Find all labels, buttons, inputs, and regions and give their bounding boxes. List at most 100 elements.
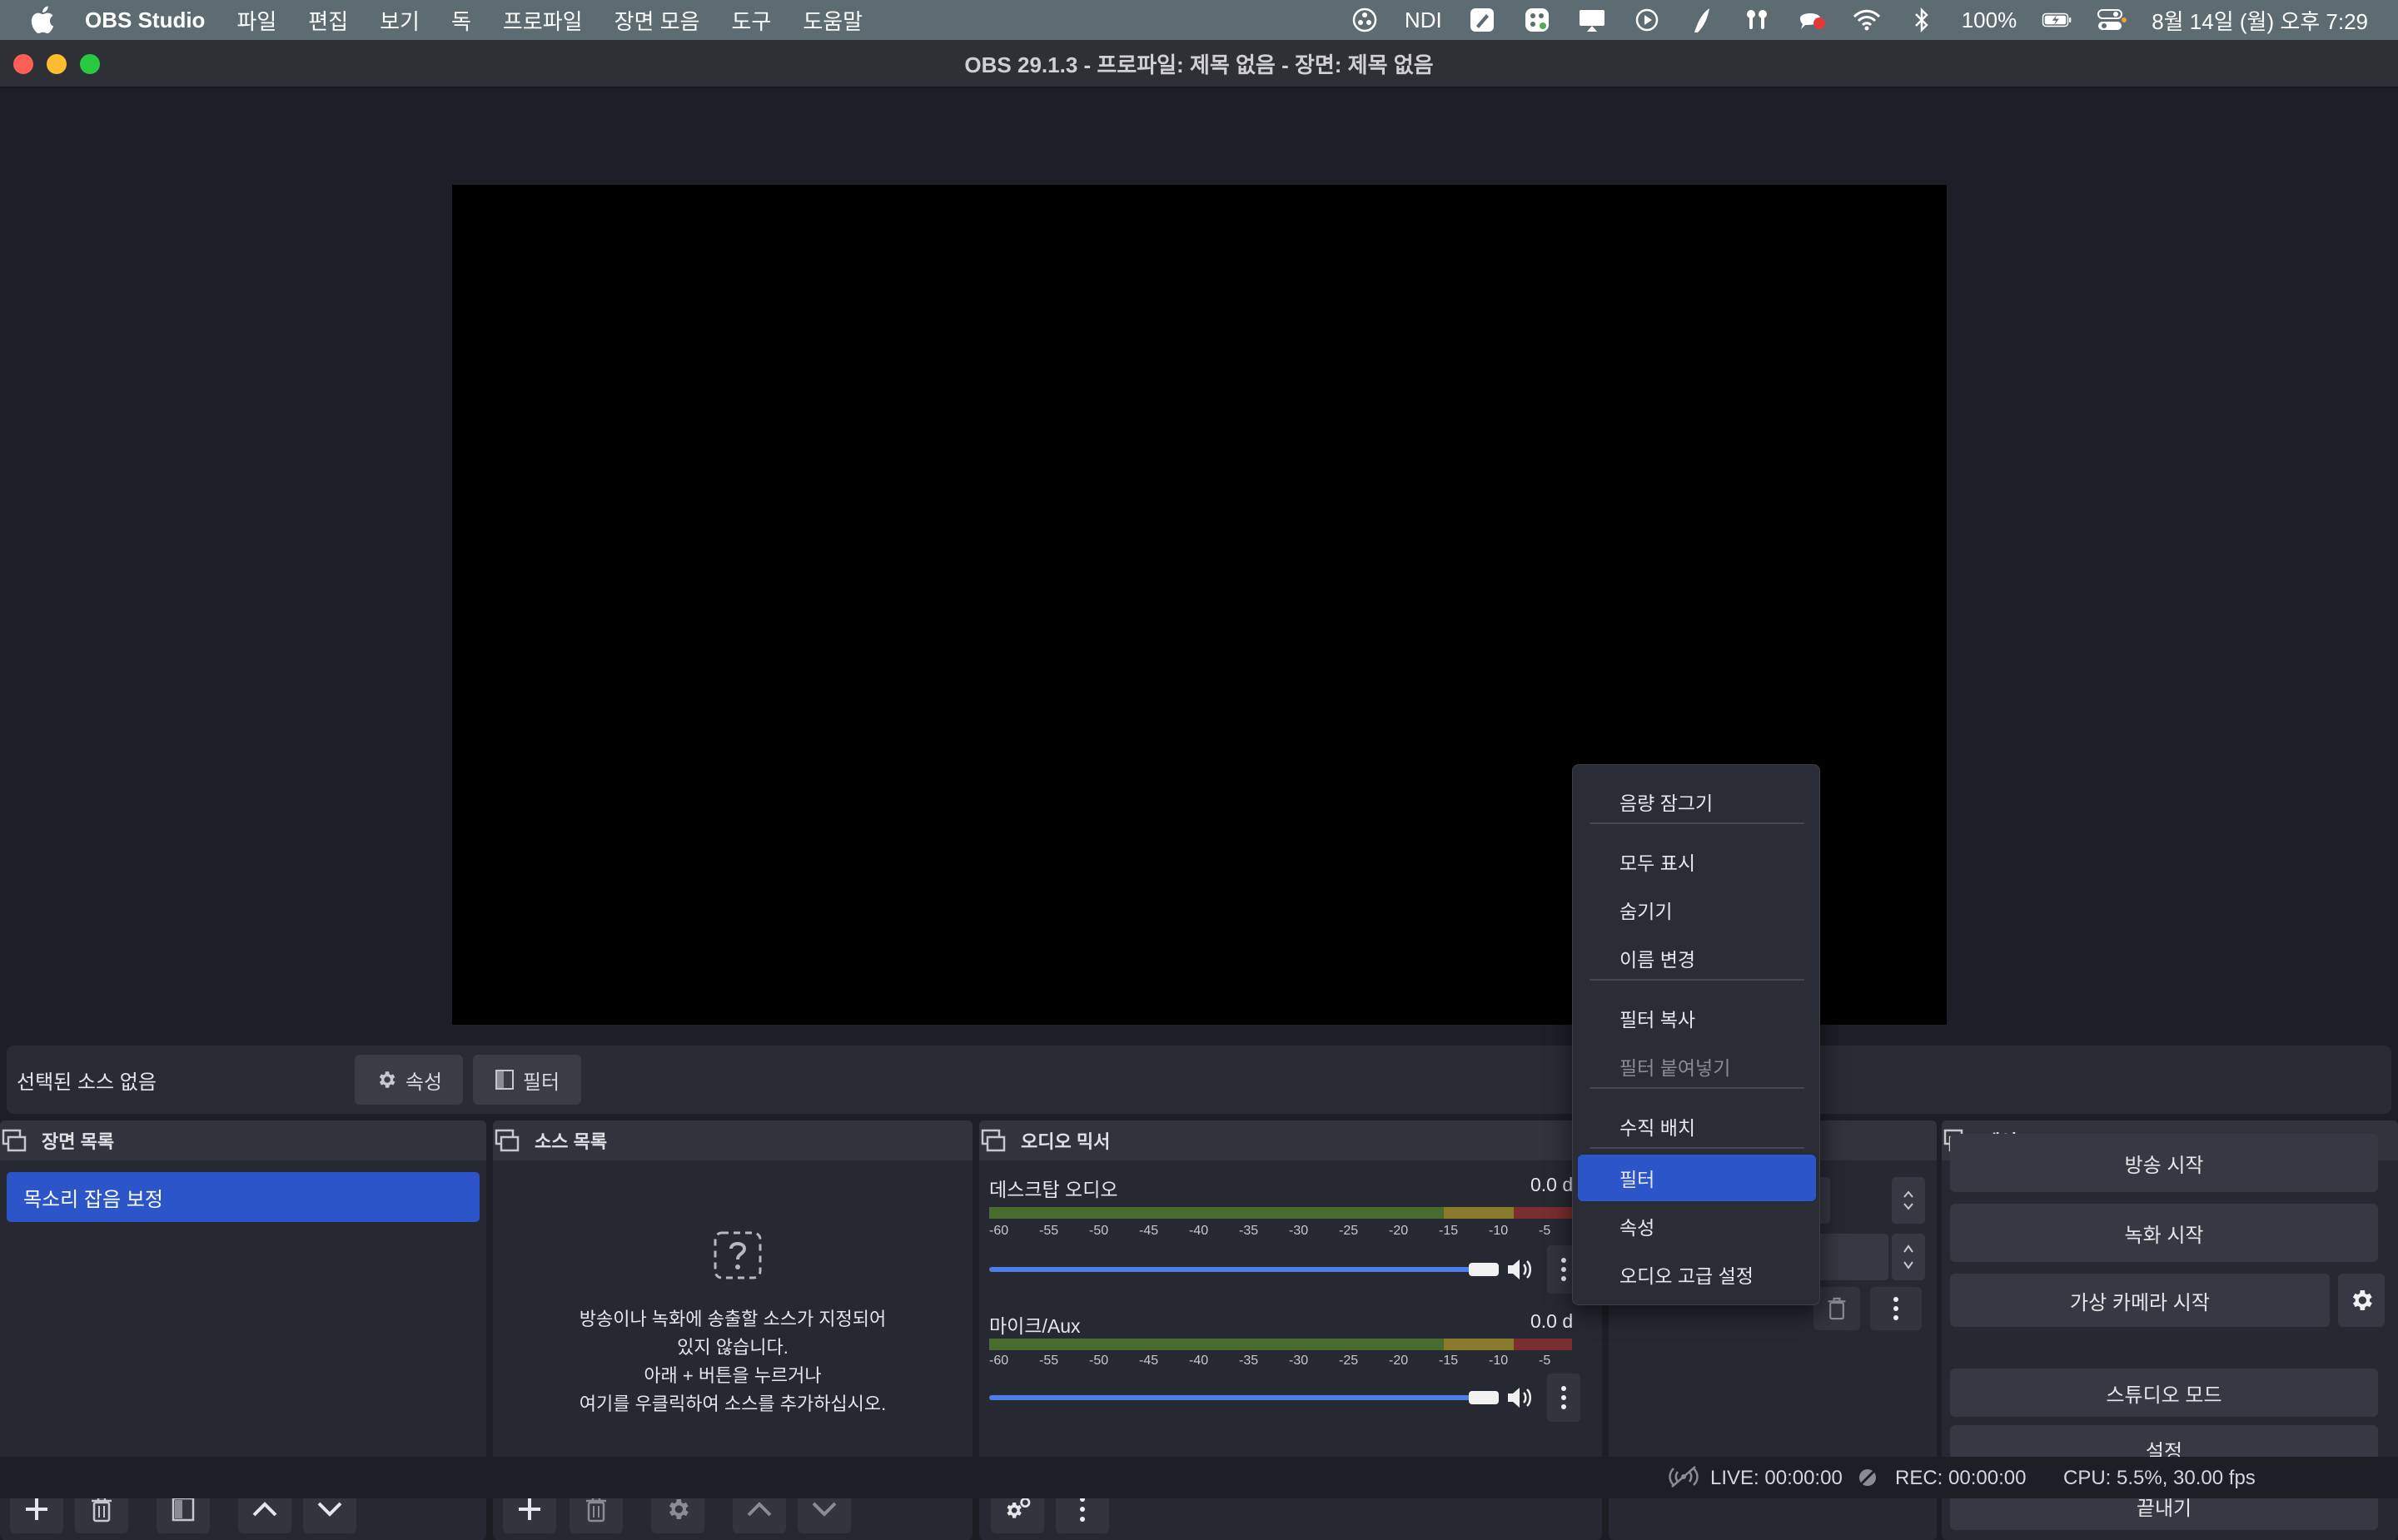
speaker-icon[interactable]: [1505, 1385, 1535, 1410]
dots-app-icon[interactable]: [1522, 5, 1552, 35]
app-name-menu[interactable]: OBS Studio: [85, 7, 205, 33]
sources-dock-title: 소스 목록: [535, 1131, 608, 1152]
channel-menu-button[interactable]: [1547, 1374, 1580, 1422]
menu-docks[interactable]: 독: [451, 5, 471, 36]
menu-item-advanced-audio[interactable]: 오디오 고급 설정: [1578, 1251, 1816, 1298]
remove-transition-button[interactable]: [1813, 1287, 1860, 1330]
menu-item-rename[interactable]: 이름 변경: [1578, 935, 1816, 981]
start-streaming-button[interactable]: 방송 시작: [1950, 1134, 2378, 1192]
dock-window-icon[interactable]: [495, 1129, 520, 1152]
plus-icon: [519, 1498, 540, 1520]
virtual-camera-settings-button[interactable]: [2338, 1274, 2385, 1327]
scene-item-label: 목소리 잡음 보정: [23, 1188, 163, 1211]
play-circle-icon[interactable]: [1632, 5, 1662, 35]
close-window-button[interactable]: [13, 54, 33, 74]
studio-mode-button[interactable]: 스튜디오 모드: [1950, 1369, 2378, 1417]
volume-slider-track[interactable]: [989, 1267, 1487, 1272]
record-icon: [1857, 1467, 1878, 1488]
kebab-icon: [1561, 1386, 1566, 1409]
transition-menu-button[interactable]: [1870, 1287, 1922, 1330]
tick: -35: [1239, 1224, 1259, 1238]
airpods-icon[interactable]: [1742, 5, 1772, 35]
trash-icon: [1828, 1297, 1846, 1320]
kebab-icon: [1080, 1497, 1085, 1522]
menu-item-label: 이름 변경: [1619, 949, 1696, 971]
volume-slider-handle[interactable]: [1469, 1263, 1499, 1276]
scene-item-selected[interactable]: 목소리 잡음 보정: [7, 1172, 480, 1222]
audio-mixer-title: 오디오 믹서: [1021, 1131, 1111, 1152]
channel-db-readout: 0.0 d: [1530, 1310, 1574, 1332]
menu-file[interactable]: 파일: [236, 5, 276, 36]
trash-icon: [586, 1496, 606, 1523]
start-virtual-camera-button[interactable]: 가상 카메라 시작: [1950, 1274, 2330, 1327]
menu-item-properties[interactable]: 속성: [1578, 1203, 1816, 1249]
bird-icon[interactable]: [1687, 5, 1717, 35]
pen-app-icon[interactable]: [1467, 5, 1497, 35]
channel-name: 데스크탑 오디오: [989, 1179, 1118, 1200]
tick: -5: [1539, 1224, 1551, 1238]
menu-item-lock-volume[interactable]: 음량 잠그기: [1578, 778, 1816, 825]
chevron-up-icon: [747, 1502, 772, 1517]
menu-item-label: 필터 복사: [1619, 1009, 1696, 1031]
wifi-icon[interactable]: [1852, 5, 1882, 35]
obs-tray-icon[interactable]: [1350, 5, 1380, 35]
source-properties-button[interactable]: 속성: [355, 1055, 463, 1105]
status-menu-extras: NDI 100% 8월 14일 (월) 오후 7:29: [1350, 0, 2368, 40]
chevron-up-icon: [252, 1502, 277, 1517]
question-placeholder-icon: [714, 1231, 762, 1279]
audio-mixer-header: 오디오 믹서: [979, 1120, 1602, 1160]
menu-tools[interactable]: 도구: [731, 5, 771, 36]
menu-item-label: 필터: [1619, 1169, 1655, 1190]
speaker-icon[interactable]: [1505, 1257, 1535, 1282]
menu-edit[interactable]: 편집: [308, 5, 348, 36]
tick: -30: [1289, 1224, 1309, 1238]
control-center-icon[interactable]: [2097, 5, 2127, 35]
volume-slider-handle[interactable]: [1469, 1391, 1499, 1404]
channel-db-readout: 0.0 d: [1530, 1174, 1574, 1195]
meter-scale: -60 -55 -50 -45 -40 -35 -30 -25 -20 -15 -10 -5: [989, 1354, 1564, 1369]
menu-item-copy-filters[interactable]: 필터 복사: [1578, 995, 1816, 1041]
empty-line-3: 아래 + 버튼을 누르거나: [644, 1365, 822, 1386]
menu-item-filters[interactable]: 필터: [1578, 1155, 1816, 1201]
sources-dock-header: 소스 목록: [493, 1120, 973, 1160]
ndi-menu[interactable]: NDI: [1405, 7, 1442, 33]
menu-item-unhide-all[interactable]: 모두 표시: [1578, 838, 1816, 885]
screen-share-icon[interactable]: [1577, 5, 1607, 35]
zoom-window-button[interactable]: [80, 54, 100, 74]
trash-icon: [92, 1496, 112, 1523]
battery-percent: 100%: [1961, 7, 2017, 32]
menu-item-vertical-layout[interactable]: 수직 배치: [1578, 1103, 1816, 1150]
gear-icon: [2352, 1290, 2372, 1310]
duration-stepper[interactable]: [1892, 1234, 1925, 1280]
menu-help[interactable]: 도움말: [803, 5, 863, 36]
bluetooth-icon[interactable]: [1907, 5, 1937, 35]
empty-line-1: 방송이나 녹화에 송출할 소스가 지정되어: [579, 1309, 887, 1329]
transition-stepper[interactable]: [1892, 1177, 1925, 1224]
dock-window-icon[interactable]: [2, 1129, 27, 1152]
menu-scene-collection[interactable]: 장면 모음: [614, 5, 700, 36]
volume-meter: [989, 1207, 1572, 1219]
filter-icon: [495, 1070, 514, 1090]
tick: -25: [1339, 1354, 1359, 1368]
window-title: OBS 29.1.3 - 프로파일: 제목 없음 - 장면: 제목 없음: [964, 52, 1434, 77]
tick: -10: [1489, 1354, 1509, 1368]
apple-logo-icon[interactable]: [28, 4, 60, 36]
live-timer: LIVE: 00:00:00: [1710, 1467, 1843, 1489]
chat-notification-icon[interactable]: [1797, 5, 1827, 35]
menu-separator: [1590, 1147, 1804, 1149]
meter-scale: -60 -55 -50 -45 -40 -35 -30 -25 -20 -15 -10 -5: [989, 1224, 1564, 1239]
status-bar: LIVE: 00:00:00 REC: 00:00:00 CPU: 5.5%, …: [0, 1457, 2398, 1498]
sources-empty-message[interactable]: 방송이나 녹화에 송출할 소스가 지정되어 있지 않습니다. 아래 + 버튼을 …: [493, 1305, 973, 1418]
start-recording-button[interactable]: 녹화 시작: [1950, 1204, 2378, 1262]
tick: -30: [1289, 1354, 1309, 1368]
battery-icon[interactable]: [2042, 5, 2072, 35]
minimize-window-button[interactable]: [47, 54, 67, 74]
source-filters-button[interactable]: 필터: [473, 1055, 581, 1105]
menu-item-hide[interactable]: 숨기기: [1578, 887, 1816, 933]
empty-line-4: 여기를 우클릭하여 소스를 추가하십시오.: [579, 1393, 887, 1414]
volume-slider-track[interactable]: [989, 1395, 1487, 1400]
dock-window-icon[interactable]: [981, 1129, 1006, 1152]
menubar-clock[interactable]: 8월 14일 (월) 오후 7:29: [2152, 5, 2368, 36]
menu-profile[interactable]: 프로파일: [503, 5, 583, 36]
menu-view[interactable]: 보기: [380, 5, 420, 36]
